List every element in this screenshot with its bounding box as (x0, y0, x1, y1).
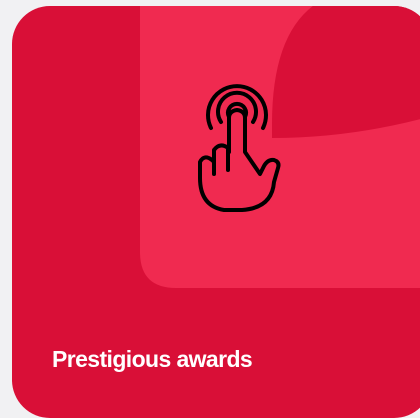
card-title: Prestigious awards (52, 346, 253, 372)
award-card[interactable]: Prestigious awards (12, 6, 420, 418)
tap-gesture-icon (198, 84, 281, 212)
